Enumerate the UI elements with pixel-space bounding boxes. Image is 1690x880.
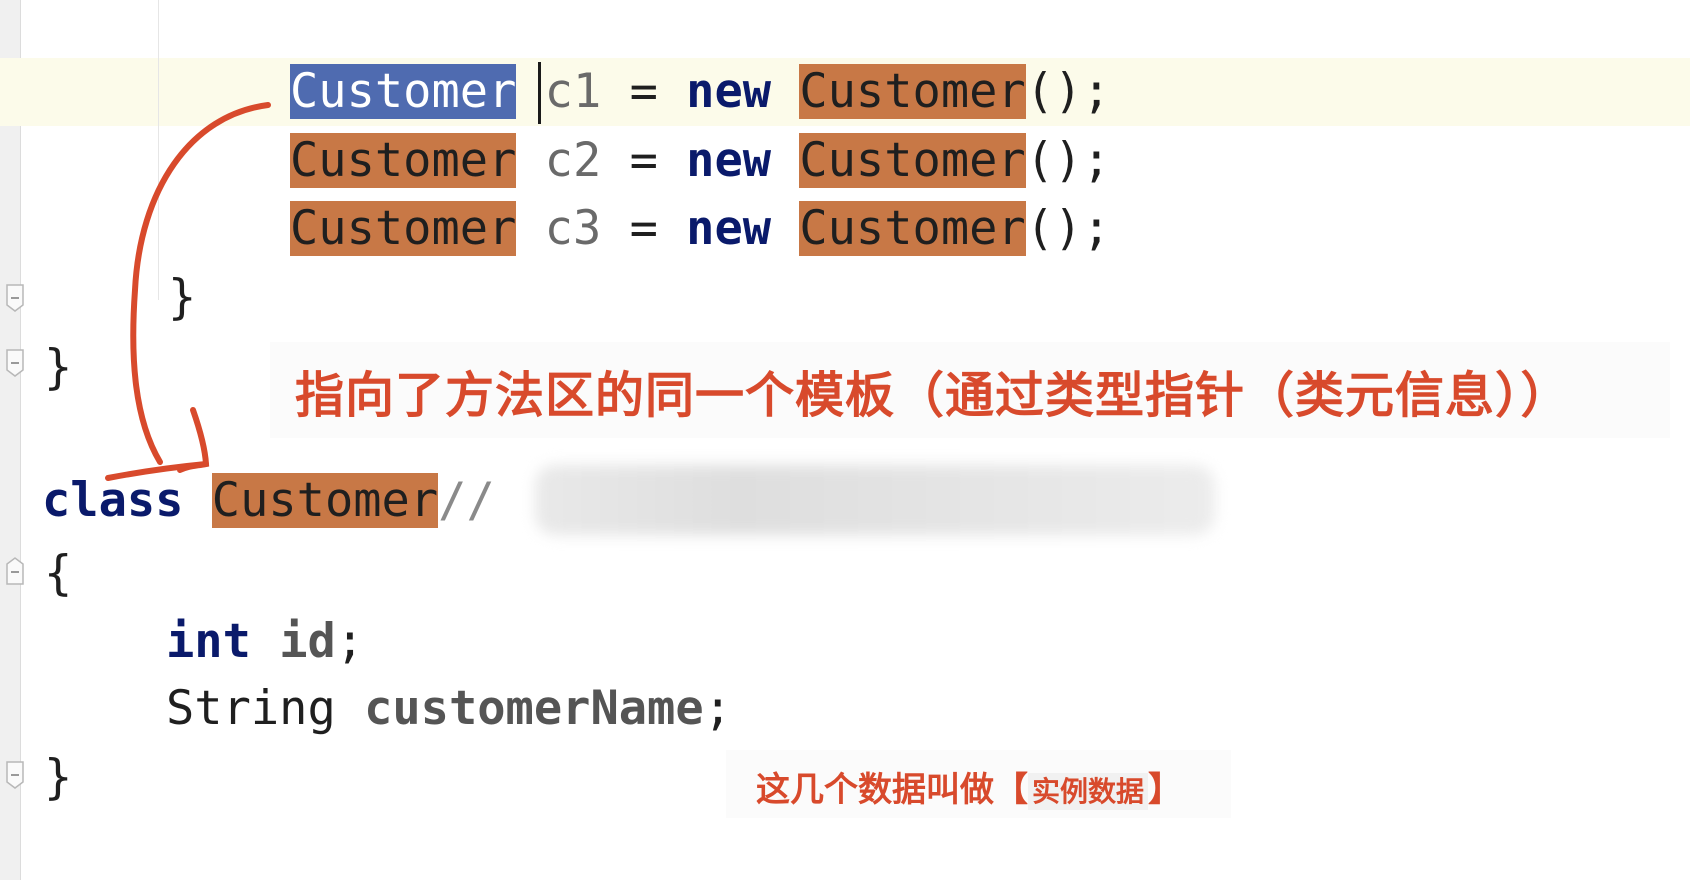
pointer-arrow-icon xyxy=(105,102,271,481)
